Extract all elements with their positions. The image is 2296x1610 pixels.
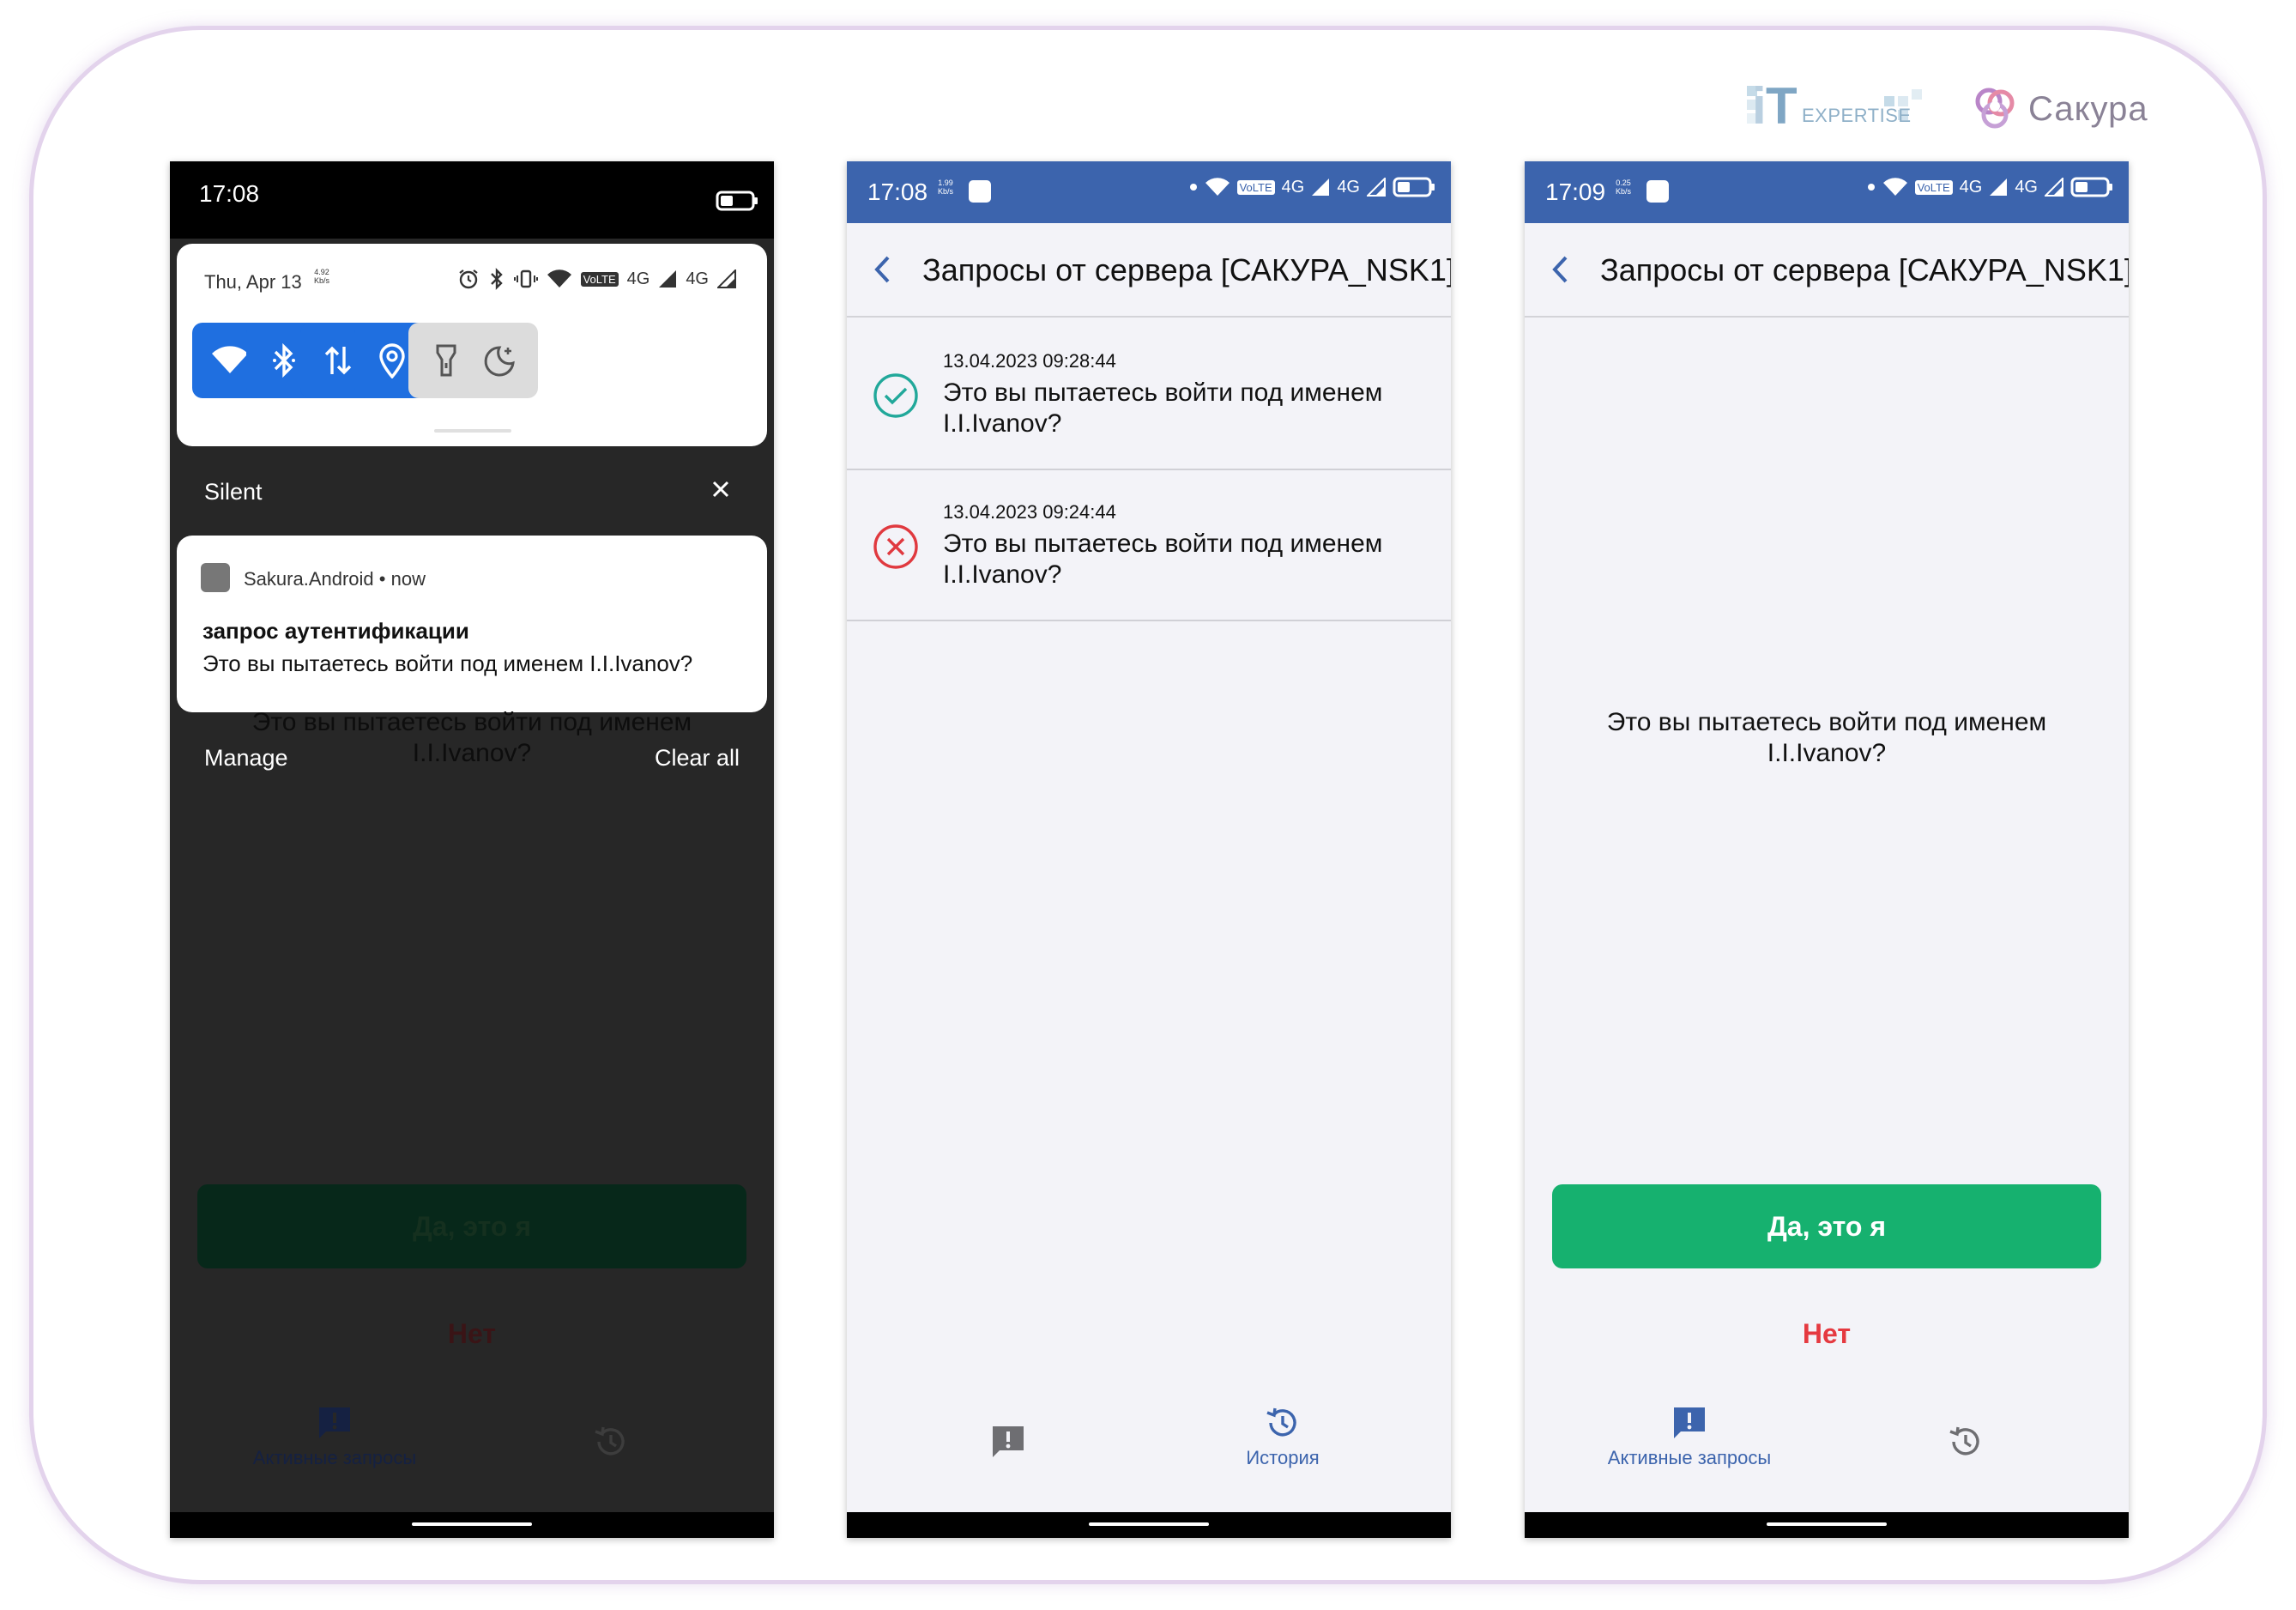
mobile-data-icon <box>324 346 352 375</box>
gesture-bar <box>847 1512 1451 1538</box>
silent-section-label: Silent <box>204 479 263 505</box>
dot-icon <box>1867 184 1875 191</box>
signal-icon-2 <box>717 269 736 288</box>
no-button-dimmed: Нет <box>447 1318 497 1349</box>
wifi-icon <box>212 346 248 373</box>
vibrate-icon <box>513 269 538 288</box>
status-icons: VoLTE 4G 4G <box>1867 177 2113 197</box>
signal-icon <box>1312 179 1330 196</box>
auth-question: Это вы пытаетесь войти под именем I.I.Iva… <box>1606 708 2047 767</box>
yes-confirm-button[interactable]: Да, это я <box>1552 1184 2101 1268</box>
app-bar: Запросы от сервера [САКУРА_NSK1] <box>847 223 1451 318</box>
qs-tile-night-mode[interactable] <box>462 323 538 398</box>
history-icon <box>1266 1407 1296 1437</box>
qs-date: Thu, Apr 13 <box>204 271 302 293</box>
status-time: 17:09 <box>1545 179 1606 205</box>
qs-drag-handle[interactable] <box>434 429 511 433</box>
gesture-bar <box>170 1512 774 1538</box>
alert-message-icon <box>1674 1407 1705 1438</box>
no-reject-button[interactable]: Нет <box>1525 1318 2129 1350</box>
rejected-cross-icon <box>873 524 918 569</box>
nav-active-requests[interactable] <box>989 1423 1027 1461</box>
approved-check-icon <box>873 373 918 418</box>
nav-history-dimmed <box>592 1423 630 1461</box>
volte-badge: VoLTE <box>580 271 619 287</box>
app-bar: Запросы от сервера [САКУРА_NSK1] <box>1525 223 2129 318</box>
signal-icon <box>1990 179 2008 196</box>
nav-history[interactable]: История <box>1223 1404 1343 1469</box>
wifi-status-icon <box>547 269 571 288</box>
volte-badge: VoLTE <box>1236 179 1275 195</box>
notification-title: запрос аутентификации <box>202 618 469 644</box>
flashlight-icon <box>436 344 456 377</box>
close-icon[interactable] <box>710 479 731 499</box>
back-arrow-icon[interactable] <box>873 254 893 285</box>
page-title: Запросы от сервера [САКУРА_NSK1] <box>922 252 1451 288</box>
nav-active-requests[interactable]: Активные запросы <box>1586 1404 1792 1469</box>
notification-square-icon <box>1646 180 1669 203</box>
it-expertise-wordmark: EXPERTISE <box>1802 105 1912 126</box>
request-item[interactable]: 13.04.2023 09:28:44 Это вы пытаетесь вой… <box>847 319 1451 470</box>
network-speed: 0.25 Kb/s <box>1616 179 1632 196</box>
battery-icon <box>1393 177 1435 197</box>
yes-button-dimmed: Да, это я <box>197 1184 746 1268</box>
sakura-logo: Сакура <box>1970 81 2148 137</box>
dot-icon <box>1189 184 1197 191</box>
wifi-status-icon <box>1205 178 1230 196</box>
wifi-status-icon <box>1882 178 1907 196</box>
qs-network-speed: 4.92 Kb/s <box>314 268 330 285</box>
status-bar: 17:09 0.25 Kb/s VoLTE 4G 4G <box>1525 161 2129 223</box>
request-timestamp: 13.04.2023 09:28:44 <box>943 350 1116 372</box>
nav-active-requests-dimmed: Активные запросы <box>232 1404 438 1469</box>
alert-message-icon <box>319 1407 350 1438</box>
manage-button[interactable]: Manage <box>204 745 288 772</box>
page-title: Запросы от сервера [САКУРА_NSK1] <box>1600 252 2129 288</box>
phone-notification-shade: 17:08 Thu, Apr 13 4.92Kb/s VoLTE 4G 4G <box>170 161 774 1538</box>
bluetooth-status-icon <box>490 268 503 290</box>
gesture-bar <box>1525 1512 2129 1538</box>
notification-app: Sakura.Android • now <box>244 568 426 590</box>
alarm-icon <box>458 269 478 289</box>
home-handle[interactable] <box>1089 1522 1209 1526</box>
bluetooth-icon <box>273 342 295 378</box>
status-icons: VoLTE 4G 4G <box>1189 177 1435 197</box>
request-timestamp: 13.04.2023 09:24:44 <box>943 501 1116 523</box>
status-time: 17:08 <box>867 179 928 205</box>
alert-message-icon <box>993 1426 1024 1457</box>
status-bar: 17:08 <box>170 161 774 239</box>
auth-notification[interactable]: Sakura.Android • now запрос аутентификац… <box>177 536 767 712</box>
app-icon <box>201 563 230 592</box>
night-mode-icon <box>484 346 515 377</box>
notification-body: Это вы пытаетесь войти под именем I.I.Iv… <box>202 651 693 676</box>
history-icon <box>595 1426 625 1456</box>
it-expertise-logo: i T EXPERTISE <box>1747 77 1925 137</box>
request-message: Это вы пытаетесь войти под именем I.I.Iv… <box>943 530 1383 589</box>
battery-icon <box>2070 177 2112 197</box>
home-handle[interactable] <box>1767 1522 1887 1526</box>
battery-icon <box>716 191 758 211</box>
signal-icon-2 <box>2045 178 2063 197</box>
phone-request-history: 17:08 1.99 Kb/s VoLTE 4G 4G Запросы от се… <box>847 161 1451 1538</box>
sakura-wordmark: Сакура <box>2028 89 2148 128</box>
phone-active-request: 17:09 0.25 Kb/s VoLTE 4G 4G Запросы от се… <box>1525 161 2129 1538</box>
status-time: 17:08 <box>199 180 260 207</box>
volte-badge: VoLTE <box>1914 179 1953 195</box>
notification-square-icon <box>969 180 991 203</box>
request-item[interactable]: 13.04.2023 09:24:44 Это вы пытаетесь вой… <box>847 470 1451 621</box>
home-handle[interactable] <box>412 1522 532 1526</box>
sakura-flower-icon <box>1975 88 2015 129</box>
signal-icon-2 <box>1367 178 1386 197</box>
back-arrow-icon[interactable] <box>1550 254 1571 285</box>
signal-icon <box>659 270 677 288</box>
network-speed: 1.99 Kb/s <box>938 179 954 196</box>
nav-history[interactable] <box>1947 1423 1985 1461</box>
quick-settings-panel: Thu, Apr 13 4.92 Kb/s VoLTE 4G 4G <box>177 244 767 446</box>
request-message: Это вы пытаетесь войти под именем I.I.Iv… <box>943 378 1383 438</box>
location-icon <box>379 343 405 378</box>
history-icon <box>1949 1426 1979 1456</box>
clear-all-button[interactable]: Clear all <box>655 745 740 772</box>
status-bar: 17:08 1.99 Kb/s VoLTE 4G 4G <box>847 161 1451 223</box>
qs-status-icons: VoLTE 4G 4G <box>457 268 736 290</box>
